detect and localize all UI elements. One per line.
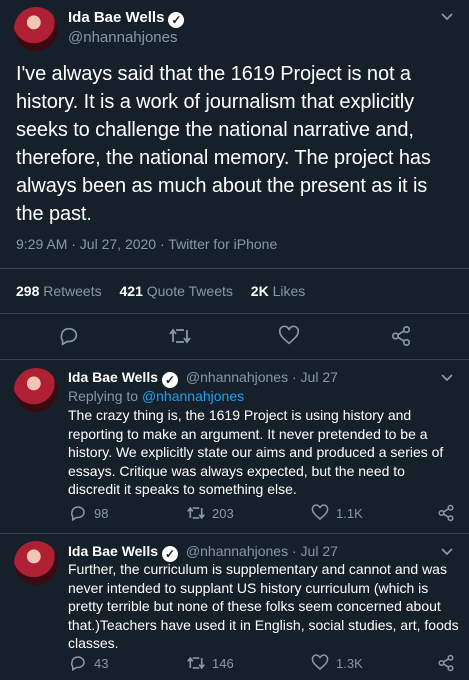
avatar[interactable] xyxy=(14,368,58,412)
chevron-down-icon[interactable] xyxy=(440,373,454,383)
divider xyxy=(0,313,469,314)
divider xyxy=(0,359,469,360)
share-icon[interactable] xyxy=(390,325,412,347)
retweet-count: 203 xyxy=(212,506,234,521)
tweet-date[interactable]: · Jul 27 xyxy=(292,369,338,385)
retweet-icon[interactable] xyxy=(186,654,206,672)
heart-icon[interactable] xyxy=(311,654,329,672)
like-count: 1.1K xyxy=(336,506,363,521)
tweet-timestamp[interactable]: 9:29 AM · Jul 27, 2020 xyxy=(16,236,156,252)
tweet-stats: 298 Retweets 421 Quote Tweets 2K Likes xyxy=(16,283,305,299)
reply-icon[interactable] xyxy=(69,504,87,522)
tweet-date[interactable]: · Jul 27 xyxy=(292,543,338,559)
likes-stat[interactable]: 2K Likes xyxy=(251,283,305,299)
author-name[interactable]: Ida Bae Wells xyxy=(68,9,164,26)
quotes-stat[interactable]: 421 Quote Tweets xyxy=(120,283,233,299)
replying-to-label: Replying to xyxy=(68,388,139,404)
avatar[interactable] xyxy=(14,541,58,585)
retweet-icon[interactable] xyxy=(186,504,206,522)
chevron-down-icon[interactable] xyxy=(440,12,454,22)
tweet-text: Further, the curriculum is supplementary… xyxy=(68,561,459,651)
heart-icon[interactable] xyxy=(311,504,329,522)
author-name[interactable]: Ida Bae Wells xyxy=(68,543,158,559)
retweet-count: 146 xyxy=(212,656,234,671)
reply-icon[interactable] xyxy=(58,325,80,347)
divider xyxy=(0,268,469,269)
verified-badge-icon: ✓ xyxy=(162,372,179,388)
avatar[interactable] xyxy=(14,7,58,51)
share-icon[interactable] xyxy=(437,654,455,672)
author-handle[interactable]: @nhannahjones xyxy=(68,29,177,46)
divider xyxy=(0,533,469,534)
verified-badge-icon: ✓ xyxy=(168,12,185,28)
retweets-stat[interactable]: 298 Retweets xyxy=(16,283,102,299)
author-name[interactable]: Ida Bae Wells xyxy=(68,369,158,385)
replying-to-handle[interactable]: @nhannahjones xyxy=(142,388,244,404)
share-icon[interactable] xyxy=(437,504,455,522)
reply-count: 98 xyxy=(94,506,109,521)
reply-icon[interactable] xyxy=(69,654,87,672)
tweet-text: The crazy thing is, the 1619 Project is … xyxy=(68,407,444,497)
tweet-text: I've always said that the 1619 Project i… xyxy=(16,63,431,225)
author-handle[interactable]: @nhannahjones xyxy=(186,543,288,559)
heart-icon[interactable] xyxy=(278,325,300,347)
chevron-down-icon[interactable] xyxy=(440,547,454,557)
retweet-icon[interactable] xyxy=(168,325,192,347)
reply-count: 43 xyxy=(94,656,109,671)
like-count: 1.3K xyxy=(336,656,363,671)
author-handle[interactable]: @nhannahjones xyxy=(186,369,288,385)
tweet-source[interactable]: Twitter for iPhone xyxy=(168,236,277,252)
